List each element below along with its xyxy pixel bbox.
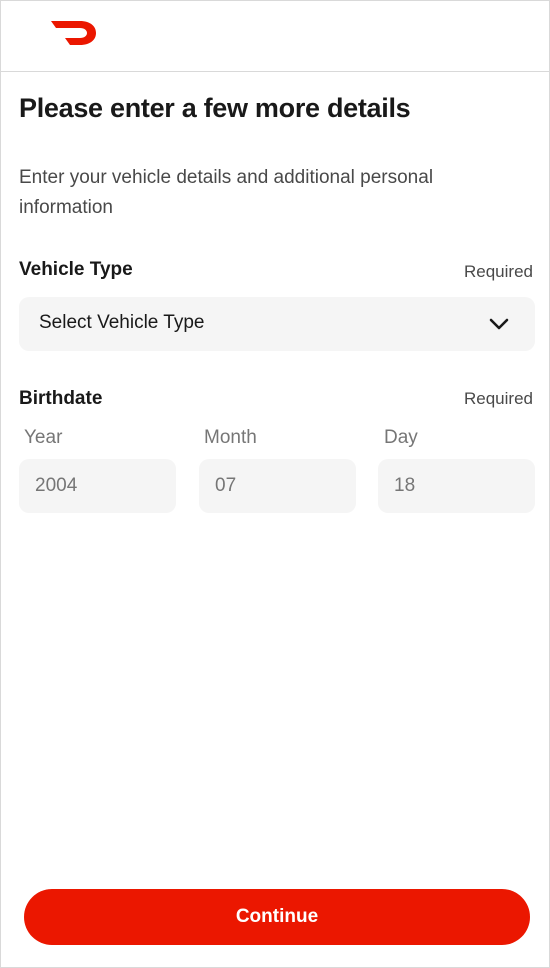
birthdate-label: Birthdate (19, 388, 103, 409)
chevron-down-icon (489, 318, 509, 330)
vehicle-type-select-value: Select Vehicle Type (39, 312, 205, 333)
continue-button[interactable]: Continue (24, 889, 530, 945)
month-value: 07 (215, 475, 237, 496)
year-input[interactable]: 2004 (19, 459, 176, 513)
app-frame: Please enter a few more details Enter yo… (0, 0, 550, 968)
vehicle-type-required: Required (464, 262, 533, 281)
year-label: Year (24, 427, 63, 448)
birthdate-required: Required (464, 389, 533, 408)
day-input[interactable]: 18 (378, 459, 535, 513)
month-label: Month (204, 427, 257, 448)
day-label: Day (384, 427, 418, 448)
page-title: Please enter a few more details (19, 93, 411, 123)
year-value: 2004 (35, 475, 78, 496)
top-bar (1, 1, 549, 72)
vehicle-type-label: Vehicle Type (19, 259, 133, 280)
page-subtitle: Enter your vehicle details and additiona… (19, 167, 434, 218)
day-value: 18 (394, 475, 416, 496)
vehicle-type-select[interactable]: Select Vehicle Type (19, 297, 535, 351)
doordash-logo-icon[interactable] (50, 19, 98, 47)
month-input[interactable]: 07 (199, 459, 356, 513)
